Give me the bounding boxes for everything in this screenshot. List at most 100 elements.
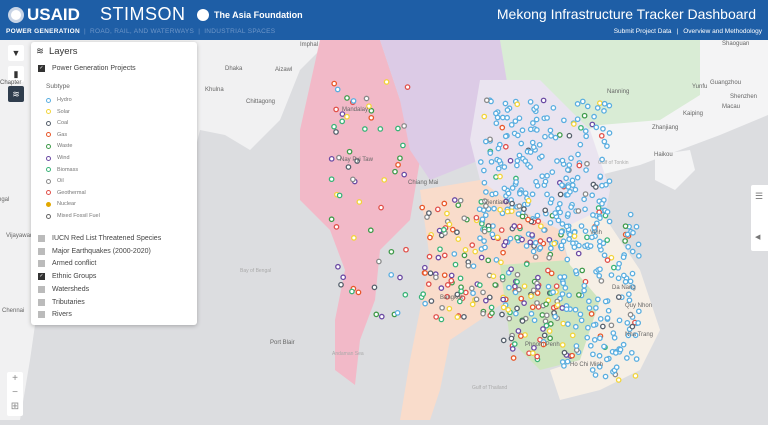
power-plant-marker[interactable] (356, 199, 363, 205)
power-plant-marker[interactable] (581, 196, 587, 203)
power-plant-marker[interactable] (542, 318, 549, 325)
power-plant-marker[interactable] (402, 291, 409, 298)
power-plant-marker[interactable] (490, 223, 496, 229)
power-plant-marker[interactable] (426, 253, 433, 260)
power-plant-marker[interactable] (349, 288, 355, 295)
power-plant-marker[interactable] (606, 178, 613, 185)
power-plant-marker[interactable] (561, 117, 567, 124)
power-plant-marker[interactable] (441, 252, 448, 259)
power-plant-marker[interactable] (485, 257, 492, 264)
right-panel-toggle[interactable]: ☰ ◀ (751, 185, 768, 251)
power-plant-marker[interactable] (587, 342, 594, 349)
power-plant-marker[interactable] (489, 310, 495, 317)
power-plant-marker[interactable] (328, 176, 335, 183)
power-plant-marker[interactable] (545, 283, 552, 290)
power-plant-marker[interactable] (595, 205, 602, 211)
power-plant-marker[interactable] (531, 317, 538, 324)
power-plant-marker[interactable] (469, 301, 476, 308)
power-plant-marker[interactable] (530, 120, 536, 126)
power-plant-marker[interactable] (529, 191, 536, 198)
power-plant-marker[interactable] (501, 164, 508, 170)
power-plant-marker[interactable] (481, 167, 487, 174)
power-plant-marker[interactable] (481, 113, 488, 120)
power-plant-marker[interactable] (346, 148, 353, 155)
power-plant-marker[interactable] (497, 206, 503, 213)
power-plant-marker[interactable] (476, 206, 483, 213)
power-plant-marker[interactable] (351, 235, 357, 241)
power-plant-marker[interactable] (565, 184, 572, 190)
power-plant-marker[interactable] (420, 291, 427, 297)
power-plant-marker[interactable] (572, 186, 579, 193)
power-plant-marker[interactable] (632, 372, 639, 379)
power-plant-marker[interactable] (454, 314, 461, 320)
power-plant-marker[interactable] (517, 333, 524, 339)
full-extent-button[interactable]: ⊞ (7, 400, 23, 414)
power-plant-marker[interactable] (501, 185, 508, 192)
power-plant-marker[interactable] (516, 115, 523, 122)
power-plant-marker[interactable] (635, 320, 642, 326)
power-plant-marker[interactable] (579, 98, 586, 105)
power-plant-marker[interactable] (530, 144, 537, 151)
power-plant-marker[interactable] (505, 190, 512, 197)
power-plant-marker[interactable] (513, 179, 519, 185)
power-plant-marker[interactable] (612, 350, 619, 356)
power-plant-marker[interactable] (482, 138, 489, 145)
layer-iucn-red-list-threatened-species[interactable]: IUCN Red List Threatened Species (38, 235, 161, 242)
power-plant-marker[interactable] (620, 254, 627, 261)
power-plant-marker[interactable] (502, 133, 509, 140)
power-plant-marker[interactable] (419, 204, 426, 211)
power-plant-marker[interactable] (528, 293, 534, 300)
power-plant-marker[interactable] (479, 216, 486, 223)
power-plant-marker[interactable] (510, 355, 517, 361)
power-plant-marker[interactable] (561, 349, 568, 356)
power-plant-marker[interactable] (550, 289, 556, 296)
power-plant-marker[interactable] (486, 294, 493, 301)
power-plant-marker[interactable] (514, 305, 520, 312)
power-plant-marker[interactable] (478, 254, 485, 261)
power-plant-marker[interactable] (559, 157, 566, 164)
power-plant-marker[interactable] (533, 104, 540, 110)
power-plant-marker[interactable] (480, 289, 486, 296)
power-plant-marker[interactable] (625, 291, 632, 298)
power-plant-marker[interactable] (378, 204, 384, 211)
power-plant-marker[interactable] (494, 234, 501, 241)
power-plant-marker[interactable] (335, 263, 341, 270)
power-plant-marker[interactable] (523, 243, 530, 249)
power-plant-marker[interactable] (470, 290, 476, 297)
power-plant-marker[interactable] (574, 101, 581, 107)
power-plant-marker[interactable] (451, 251, 458, 257)
power-plant-marker[interactable] (401, 171, 408, 178)
power-plant-marker[interactable] (504, 107, 511, 113)
power-plant-marker[interactable] (504, 208, 511, 215)
power-plant-marker[interactable] (465, 262, 472, 269)
power-plant-marker[interactable] (586, 298, 592, 305)
power-plant-marker[interactable] (583, 133, 590, 140)
power-plant-marker[interactable] (535, 274, 541, 281)
power-plant-marker[interactable] (479, 220, 485, 227)
power-plant-marker[interactable] (539, 312, 546, 318)
power-plant-marker[interactable] (421, 264, 428, 271)
power-plant-marker[interactable] (508, 335, 515, 342)
power-plant-marker[interactable] (461, 252, 468, 259)
power-plant-marker[interactable] (610, 264, 617, 271)
power-plant-marker[interactable] (512, 118, 519, 125)
power-plant-marker[interactable] (615, 377, 622, 383)
power-plant-marker[interactable] (621, 272, 627, 279)
power-plant-marker[interactable] (477, 235, 483, 241)
power-plant-marker[interactable] (548, 196, 555, 202)
power-plant-marker[interactable] (355, 289, 362, 296)
power-plant-marker[interactable] (608, 272, 615, 278)
power-plant-marker[interactable] (514, 157, 521, 164)
power-plant-marker[interactable] (543, 301, 549, 308)
power-plant-marker[interactable] (368, 107, 375, 114)
power-plant-marker[interactable] (401, 123, 408, 129)
power-plant-marker[interactable] (566, 292, 572, 299)
power-plant-marker[interactable] (601, 100, 608, 107)
power-plant-marker[interactable] (594, 105, 601, 111)
power-plant-marker[interactable] (336, 192, 343, 199)
power-plant-marker[interactable] (560, 320, 567, 327)
power-plant-marker[interactable] (629, 270, 636, 277)
power-plant-marker[interactable] (558, 228, 565, 235)
power-plant-marker[interactable] (434, 206, 441, 213)
power-plant-marker[interactable] (604, 257, 611, 263)
